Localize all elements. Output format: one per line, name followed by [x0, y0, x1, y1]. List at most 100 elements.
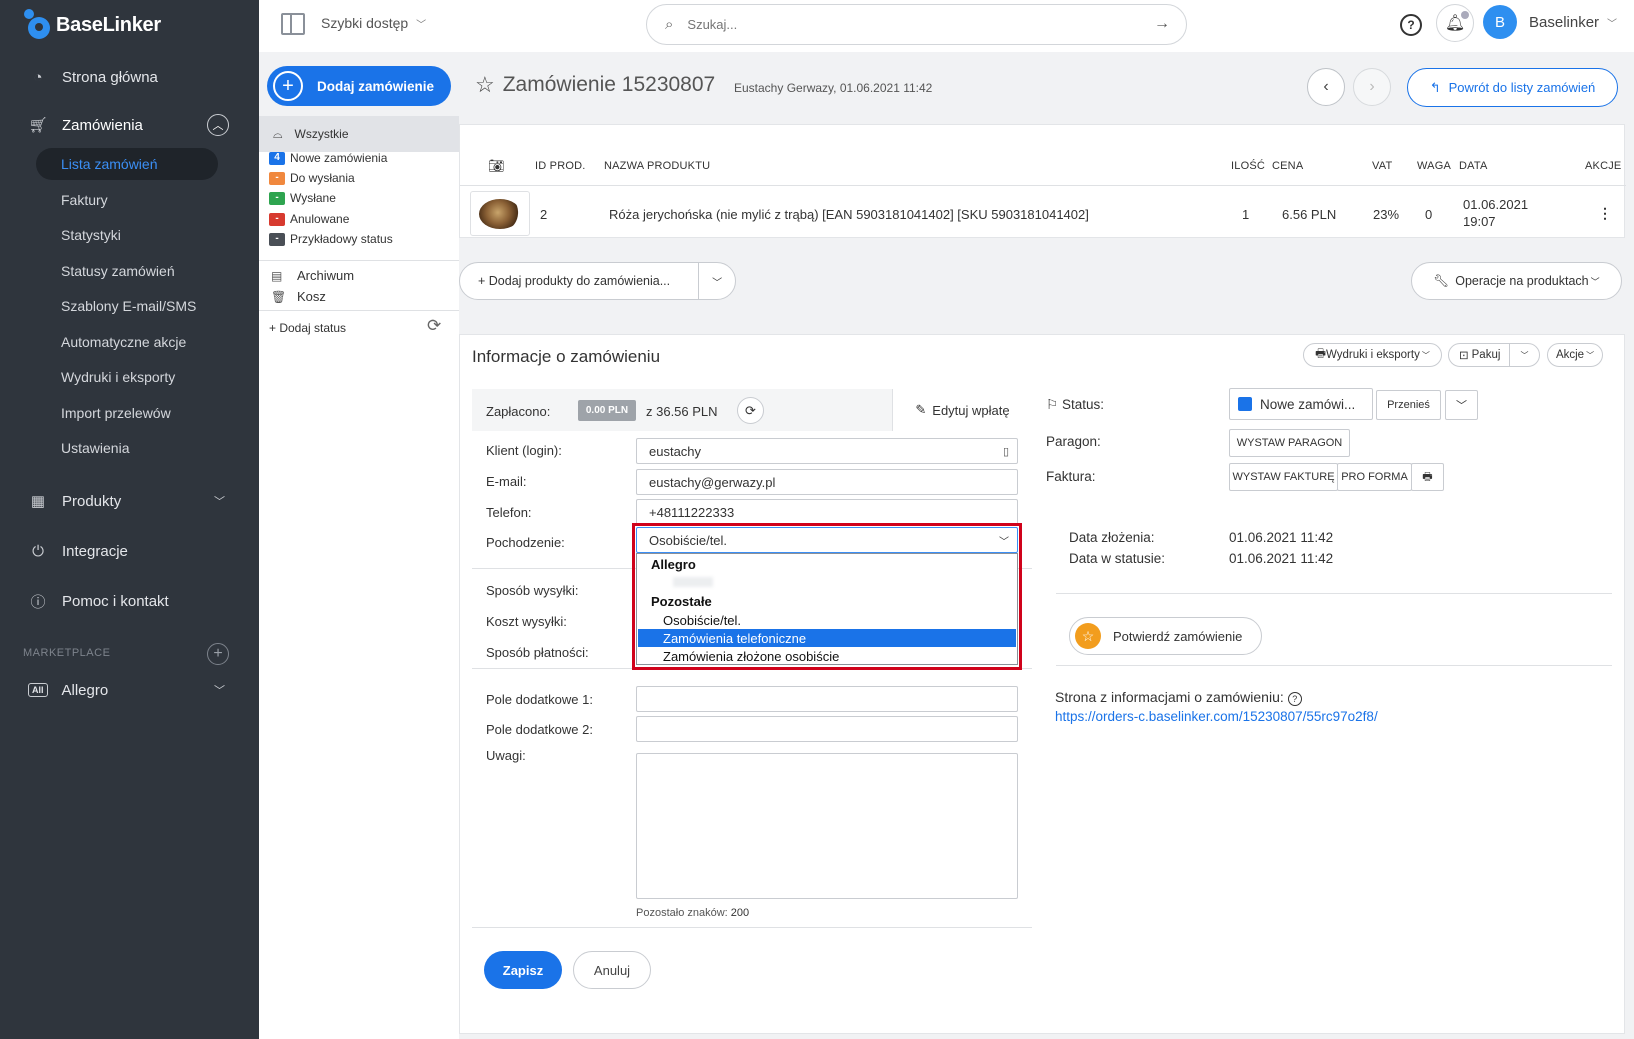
row-actions-kebab-icon[interactable]: ⋮ [1598, 205, 1612, 222]
order-info-page-link[interactable]: https://orders-c.baselinker.com/15230807… [1055, 709, 1378, 724]
phone-field[interactable]: +48111222333 [636, 499, 1018, 525]
collapse-chevron-up-icon[interactable]: ︿ [207, 114, 229, 136]
order-info-card: Informacje o zamówieniu 🖶︎ Wydruki i eksp… [459, 334, 1625, 1034]
origin-select[interactable]: Osobiście/tel. ﹀ [636, 527, 1018, 553]
warehouse-icon: ▦ [30, 493, 46, 510]
dropdown-group-allegro: Allegro [651, 557, 696, 572]
blurred-option[interactable] [673, 577, 713, 587]
brand-logo[interactable]: BaseLinker [24, 8, 161, 42]
move-chevron-down-icon[interactable]: ﹀ [1445, 390, 1478, 420]
status-count-badge: - [269, 232, 285, 246]
status-filter-to-ship[interactable]: - Do wysłania [269, 169, 355, 187]
refresh-payment-icon[interactable]: ⟳ [737, 397, 764, 424]
chevron-down-icon: ﹀ [1590, 276, 1600, 287]
status-filter-label: Archiwum [297, 268, 355, 283]
search-submit-arrow-icon[interactable]: → [1154, 15, 1170, 33]
prev-order-chevron-left-icon[interactable]: ‹ [1307, 68, 1345, 106]
sidebar-item-integrations[interactable]: ⏻ Integracje [0, 535, 259, 567]
status-filter-new[interactable]: 4 Nowe zamówienia [269, 149, 387, 167]
sidebar-item-help[interactable]: ⓘ Pomoc i kontakt [0, 585, 259, 617]
sidebar-toggle-icon[interactable] [281, 13, 305, 35]
chevron-down-icon[interactable]: ﹀ [699, 274, 735, 289]
contact-card-icon[interactable]: ▯ [1003, 445, 1009, 458]
sidebar-subitem-statistics[interactable]: Statystyki [36, 219, 218, 251]
issue-receipt-button[interactable]: WYSTAW PARAGON [1229, 429, 1350, 457]
confirm-order-button[interactable]: ☆ Potwierdź zamówienie [1069, 617, 1262, 655]
dropdown-option[interactable]: Osobiście/tel. [638, 611, 1016, 629]
wrench-icon: 🔧︎ [1433, 273, 1450, 288]
quick-access-dropdown[interactable]: Szybki dostęp ﹀ [321, 15, 426, 31]
status-filter-cancelled[interactable]: - Anulowane [269, 210, 349, 228]
chevron-down-icon: ﹀ [1607, 19, 1618, 30]
move-button[interactable]: Przenieś [1376, 390, 1441, 420]
status-count-badge: 4 [269, 151, 285, 165]
product-operations-button[interactable]: 🔧︎ Operacje na produktach ﹀ [1411, 262, 1622, 300]
add-status-link[interactable]: + Dodaj status [269, 321, 346, 335]
sidebar-subitem-label: Automatyczne akcje [61, 334, 187, 350]
client-login-field[interactable]: eustachy ▯ [636, 438, 1018, 464]
issue-invoice-button[interactable]: WYSTAW FAKTURĘ [1229, 463, 1338, 491]
proforma-button[interactable]: PRO FORMA [1337, 463, 1412, 491]
sidebar-subitem-order-statuses[interactable]: Statusy zamówień [36, 255, 218, 287]
sidebar-item-home[interactable]: ◔ Strona główna [0, 61, 259, 93]
product-thumbnail[interactable] [470, 191, 530, 236]
sidebar-subitem-transfer-import[interactable]: Import przelewów [36, 397, 218, 429]
sidebar-subitem-templates[interactable]: Szablony E-mail/SMS [36, 290, 218, 322]
actions-button[interactable]: Akcje ﹀ [1547, 343, 1603, 367]
product-name[interactable]: Róża jerychońska (nie mylić z trąbą) [EA… [609, 207, 1089, 222]
status-select[interactable]: Nowe zamówi... [1229, 388, 1373, 420]
sidebar-subitem-order-list[interactable]: Lista zamówień [36, 148, 218, 180]
status-filter-trash[interactable]: 🗑︎ Kosz [271, 289, 326, 304]
status-filter-shipped[interactable]: - Wysłane [269, 189, 336, 207]
user-menu[interactable]: Baselinker ﹀ [1529, 14, 1617, 31]
date-created-label: Data złożenia: [1069, 530, 1155, 545]
print-invoice-printer-icon[interactable]: 🖶︎ [1411, 463, 1444, 491]
dropdown-option-selected[interactable]: Zamówienia telefoniczne [638, 629, 1016, 647]
add-order-button[interactable]: + Dodaj zamówienie [267, 66, 451, 106]
notifications-bell-icon[interactable]: 🔔︎ [1436, 4, 1474, 42]
notes-textarea[interactable] [636, 753, 1018, 899]
next-order-chevron-right-icon[interactable]: › [1353, 68, 1391, 106]
status-count-badge: - [269, 191, 285, 205]
star-icon[interactable]: ☆ [475, 72, 495, 98]
sidebar-item-label: Strona główna [62, 68, 158, 86]
sidebar-subitem-automatic-actions[interactable]: Automatyczne akcje [36, 326, 218, 358]
extra-field-1-input[interactable] [636, 686, 1018, 712]
payment-method-label: Sposób płatności: [486, 645, 589, 660]
product-image [479, 198, 521, 229]
status-filter-label: Do wysłania [290, 171, 355, 185]
prints-exports-button[interactable]: 🖶︎ Wydruki i eksporty ﹀ [1303, 343, 1442, 367]
help-icon[interactable]: ? [1400, 14, 1422, 36]
refresh-icon[interactable]: ⟳ [427, 316, 441, 336]
email-field[interactable]: eustachy@gerwazy.pl [636, 469, 1018, 495]
add-products-button[interactable]: + Dodaj produkty do zamówienia... ﹀ [459, 262, 736, 300]
sidebar-item-products[interactable]: ▦ Produkty ﹀ [0, 485, 259, 517]
trash-icon: 🗑︎ [271, 289, 287, 304]
avatar[interactable]: B [1483, 5, 1517, 39]
back-to-order-list-button[interactable]: ↰ Powrót do listy zamówień [1407, 68, 1618, 107]
status-filter-archive[interactable]: ▤ Archiwum [271, 268, 354, 283]
sidebar-subitem-invoices[interactable]: Faktury [36, 184, 218, 216]
plug-icon: ⏻ [32, 542, 44, 560]
sidebar-item-orders[interactable]: 🛒︎ Zamówienia ︿ [0, 109, 259, 141]
add-marketplace-plus-icon[interactable]: + [207, 643, 229, 665]
chars-left-value: 200 [730, 907, 750, 919]
operations-label: Operacje na produktach [1455, 274, 1589, 288]
sidebar-subitem-label: Statystyki [61, 227, 121, 243]
pack-chevron-down-icon[interactable]: ﹀ [1509, 344, 1539, 366]
product-time: 19:07 [1463, 214, 1496, 229]
status-filter-all[interactable]: ⌓ Wszystkie [259, 116, 459, 152]
edit-payment-button[interactable]: ✎ Edytuj wpłatę [892, 389, 1032, 431]
extra-field-2-input[interactable] [636, 716, 1018, 742]
sidebar-subitem-settings[interactable]: Ustawienia [36, 432, 218, 464]
search-input[interactable] [687, 17, 1128, 32]
sidebar-item-allegro[interactable]: All Allegro ﹀ [0, 674, 259, 706]
help-icon[interactable]: ? [1287, 692, 1302, 706]
brand-name: BaseLinker [56, 13, 161, 36]
cancel-button[interactable]: Anuluj [573, 951, 651, 989]
dropdown-option[interactable]: Zamówienia złożone osobiście [638, 647, 1016, 665]
save-button[interactable]: Zapisz [484, 951, 562, 989]
sidebar-subitem-prints-exports[interactable]: Wydruki i eksporty [36, 361, 218, 393]
status-filter-example[interactable]: - Przykładowy status [269, 230, 393, 248]
pack-button[interactable]: ⊡ Pakuj ﹀ [1448, 343, 1540, 367]
